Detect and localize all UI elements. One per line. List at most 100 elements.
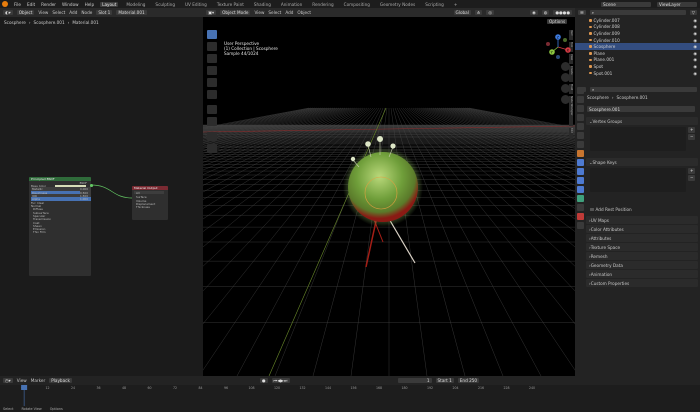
modifier-tab-icon[interactable] bbox=[577, 159, 584, 166]
sidebar-tab-edit[interactable]: Edit bbox=[569, 128, 573, 138]
visibility-eye-icon[interactable]: ◉ bbox=[693, 57, 697, 62]
view-layer-selector[interactable]: ViewLayer bbox=[657, 1, 697, 7]
scale-tool[interactable] bbox=[207, 78, 217, 87]
remove-shape-key-button[interactable]: − bbox=[688, 175, 695, 181]
menu-edit[interactable]: Edit bbox=[27, 2, 35, 7]
transform-tool[interactable] bbox=[207, 90, 217, 99]
visibility-eye-icon[interactable]: ◉ bbox=[693, 64, 697, 69]
panel-vertex-groups[interactable]: ⌄ Vertex Groups bbox=[586, 117, 698, 125]
particles-tab-icon[interactable] bbox=[577, 168, 584, 175]
visibility-eye-icon[interactable]: ◉ bbox=[693, 51, 697, 56]
visibility-eye-icon[interactable]: ◉ bbox=[693, 44, 697, 49]
workspace-tab-geometry-nodes[interactable]: Geometry Nodes bbox=[378, 2, 417, 7]
add-shape-key-button[interactable]: + bbox=[688, 168, 695, 174]
panel-attributes[interactable]: › Attributes bbox=[586, 234, 698, 242]
viewport-menu-add[interactable]: Add bbox=[285, 10, 293, 15]
transform-orientation-dropdown[interactable]: Global bbox=[453, 10, 471, 15]
render-tab-icon[interactable] bbox=[577, 96, 584, 103]
add-rest-position-checkbox[interactable]: Add Rest Position bbox=[590, 207, 632, 212]
timeline-menu-view[interactable]: View bbox=[17, 378, 27, 383]
workspace-tab-sculpting[interactable]: Sculpting bbox=[153, 2, 177, 7]
outliner-item[interactable]: Cylinder.007 ◉ bbox=[575, 17, 700, 24]
world-tab-icon[interactable] bbox=[577, 132, 584, 139]
add-workspace-button[interactable]: + bbox=[452, 2, 460, 7]
outliner-item[interactable]: Cylinder.009 ◉ bbox=[575, 30, 700, 37]
panel-texture-space[interactable]: › Texture Space bbox=[586, 243, 698, 251]
panel-color-attributes[interactable]: › Color Attributes bbox=[586, 225, 698, 233]
cursor-tool[interactable] bbox=[207, 42, 217, 51]
timeline-menu-playback[interactable]: Playback bbox=[49, 378, 72, 383]
pan-icon[interactable] bbox=[561, 73, 570, 82]
outliner-item[interactable]: Spot ◉ bbox=[575, 63, 700, 70]
record-icon[interactable]: ● bbox=[259, 378, 268, 383]
properties-search-input[interactable]: ⌕ bbox=[589, 87, 697, 92]
extra-tool[interactable] bbox=[207, 144, 217, 153]
outliner-item[interactable]: Cylinder.008 ◉ bbox=[575, 24, 700, 31]
panel-shape-keys[interactable]: ⌄ Shape Keys bbox=[586, 158, 698, 166]
blender-logo-icon[interactable] bbox=[2, 1, 8, 7]
workspace-tab-scripting[interactable]: Scripting bbox=[423, 2, 446, 7]
navigation-gizmo[interactable]: X Y Z bbox=[543, 32, 573, 62]
tool-tab-icon[interactable] bbox=[577, 87, 584, 94]
camera-view-icon[interactable] bbox=[561, 84, 570, 93]
panel-remesh[interactable]: › Remesh bbox=[586, 252, 698, 260]
overlays-icon[interactable]: ◍ bbox=[541, 10, 550, 15]
workspace-tab-shading[interactable]: Shading bbox=[252, 2, 273, 7]
remove-vertex-group-button[interactable]: − bbox=[688, 134, 695, 140]
outliner-item[interactable]: Plane.001 ◉ bbox=[575, 57, 700, 64]
sidebar-tab-create[interactable]: Create bbox=[569, 66, 573, 82]
material-tab-icon[interactable] bbox=[577, 213, 584, 220]
workspace-tab-layout[interactable]: Layout bbox=[100, 1, 119, 7]
mesh-name-field[interactable]: Scosphere.001 bbox=[587, 106, 695, 112]
snap-icon[interactable]: ⋔ bbox=[474, 10, 483, 15]
viewport-menu-view[interactable]: View bbox=[254, 10, 264, 15]
proportional-edit-icon[interactable]: ◎ bbox=[486, 10, 495, 15]
collection-tab-icon[interactable] bbox=[577, 141, 584, 148]
object-mode-dropdown[interactable]: Object Mode bbox=[220, 10, 251, 15]
outliner[interactable]: ☰ ⌕ ▽ Cylinder.007 ◉ Cylinder.008 ◉ Cylinder… bbox=[575, 8, 700, 85]
visibility-icon[interactable]: ◉ bbox=[530, 10, 538, 15]
editor-type-button[interactable]: ☰ bbox=[578, 10, 586, 15]
annotate-tool[interactable] bbox=[207, 105, 217, 114]
viewport-menu-select[interactable]: Select bbox=[268, 10, 281, 15]
panel-custom-properties[interactable]: › Custom Properties bbox=[586, 279, 698, 287]
mesh-data-tab-icon[interactable] bbox=[577, 195, 584, 202]
menu-render[interactable]: Render bbox=[41, 2, 56, 7]
view-layer-tab-icon[interactable] bbox=[577, 114, 584, 121]
physics-tab-icon[interactable] bbox=[577, 177, 584, 184]
outliner-item[interactable]: Plane ◉ bbox=[575, 50, 700, 57]
properties-editor[interactable]: ▦ ⌕ Scosphere› Scosphere.001 Scosphere.0… bbox=[575, 85, 700, 376]
workspace-tab-animation[interactable]: Animation bbox=[279, 2, 304, 7]
panel-animation[interactable]: › Animation bbox=[586, 270, 698, 278]
options-button[interactable]: Options bbox=[547, 19, 568, 24]
menu-help[interactable]: Help bbox=[85, 2, 95, 7]
shader-node-editor[interactable]: ◐▾ Object View Select Add Node Slot 1 Ma… bbox=[0, 8, 203, 376]
shape-keys-list[interactable] bbox=[590, 168, 686, 192]
fuzzy-sphere-object[interactable] bbox=[323, 127, 443, 277]
workspace-tab-modeling[interactable]: Modeling bbox=[124, 2, 147, 7]
panel-geometry-data[interactable]: › Geometry Data bbox=[586, 261, 698, 269]
workspace-tab-uv-editing[interactable]: UV Editing bbox=[183, 2, 209, 7]
visibility-eye-icon[interactable]: ◉ bbox=[693, 71, 697, 76]
viewport-menu-object[interactable]: Object bbox=[297, 10, 311, 15]
panel-uv-maps[interactable]: › UV Maps bbox=[586, 216, 698, 224]
zoom-icon[interactable] bbox=[561, 62, 570, 71]
menu-file[interactable]: File bbox=[14, 2, 21, 7]
add-vertex-group-button[interactable]: + bbox=[688, 127, 695, 133]
end-frame-field[interactable]: End 250 bbox=[457, 378, 480, 383]
scene-selector[interactable]: Scene bbox=[601, 1, 651, 7]
outliner-item[interactable]: Scosphere ◉ bbox=[575, 43, 700, 50]
timeline-menu-marker[interactable]: Marker bbox=[31, 378, 45, 383]
editor-type-button[interactable]: ◷▾ bbox=[3, 378, 13, 383]
vertex-groups-list[interactable] bbox=[590, 127, 686, 151]
workspace-tab-texture-paint[interactable]: Texture Paint bbox=[215, 2, 246, 7]
rotate-tool[interactable] bbox=[207, 66, 217, 75]
visibility-eye-icon[interactable]: ◉ bbox=[693, 24, 697, 29]
constraints-tab-icon[interactable] bbox=[577, 186, 584, 193]
visibility-eye-icon[interactable]: ◉ bbox=[693, 31, 697, 36]
3d-viewport[interactable]: User Perspective (1) Collection | Scosph… bbox=[203, 17, 575, 376]
start-frame-field[interactable]: Start 1 bbox=[435, 378, 454, 383]
output-tab-icon[interactable] bbox=[577, 105, 584, 112]
filter-icon[interactable]: ▽ bbox=[689, 10, 697, 15]
perspective-toggle-icon[interactable] bbox=[561, 95, 570, 104]
